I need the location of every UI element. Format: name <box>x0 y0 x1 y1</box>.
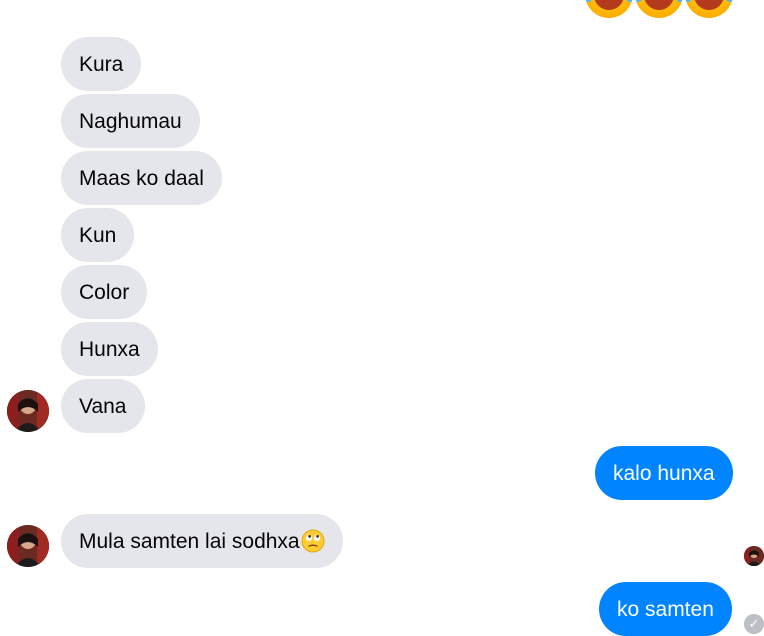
incoming-message-bubble[interactable]: Kura <box>61 37 142 91</box>
laughing-face-icon <box>585 0 633 18</box>
sender-avatar[interactable] <box>7 525 49 567</box>
message-text: Kura <box>79 52 124 76</box>
eye-roll-emoji-icon <box>301 529 325 553</box>
reaction-emoji-row <box>585 0 733 18</box>
message-text: Naghumau <box>79 109 182 133</box>
chat-thread: Kura Naghumau Maas ko daal Kun Color Hun… <box>0 0 764 636</box>
incoming-message-bubble[interactable]: Vana <box>61 379 145 433</box>
message-text: Hunxa <box>79 337 140 361</box>
sender-avatar[interactable] <box>7 390 49 432</box>
message-text: kalo hunxa <box>613 461 715 485</box>
outgoing-message-bubble[interactable]: kalo hunxa <box>595 446 733 500</box>
incoming-message-bubble[interactable]: Maas ko daal <box>61 151 222 205</box>
message-text: ko samten <box>617 597 714 621</box>
seen-by-avatar <box>744 546 764 566</box>
message-text: Maas ko daal <box>79 166 204 190</box>
incoming-message-bubble[interactable]: Color <box>61 265 148 319</box>
outgoing-message-bubble[interactable]: ko samten <box>599 582 732 636</box>
message-text: Color <box>79 280 130 304</box>
message-text: Mula samten lai sodhxa <box>79 529 300 553</box>
laughing-face-icon <box>685 0 733 18</box>
incoming-message-bubble[interactable]: Kun <box>61 208 135 262</box>
message-text: Kun <box>79 223 117 247</box>
sent-check-icon: ✓ <box>744 614 764 634</box>
incoming-message-bubble[interactable]: Naghumau <box>61 94 200 148</box>
incoming-message-bubble[interactable]: Mula samten lai sodhxa <box>61 514 343 568</box>
message-text: Vana <box>79 394 127 418</box>
incoming-message-bubble[interactable]: Hunxa <box>61 322 158 376</box>
laughing-face-icon <box>635 0 683 18</box>
